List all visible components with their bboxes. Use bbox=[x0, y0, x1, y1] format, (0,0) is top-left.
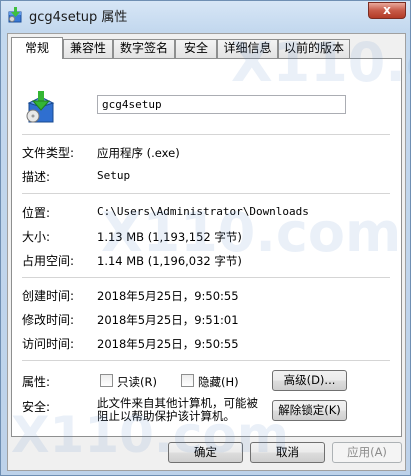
file-name-field[interactable]: gcg4setup bbox=[97, 95, 346, 114]
created-label: 创建时间: bbox=[22, 289, 75, 303]
created-value: 2018年5月25日，9:50:55 bbox=[97, 289, 239, 303]
separator bbox=[22, 360, 390, 361]
dialog-client-area: 常规 兼容性 数字签名 安全 详细信息 以前的版本 gcg4setup 文件类型… bbox=[7, 33, 406, 471]
readonly-checkbox[interactable] bbox=[100, 374, 113, 387]
accessed-value: 2018年5月25日，9:50:55 bbox=[97, 337, 239, 351]
readonly-label[interactable]: 只读(R) bbox=[117, 374, 157, 390]
modified-value: 2018年5月25日，9:51:01 bbox=[97, 313, 239, 327]
close-button[interactable]: x bbox=[368, 2, 406, 19]
tab-digital-signatures[interactable]: 数字签名 bbox=[113, 39, 175, 58]
cancel-button[interactable]: 取消 bbox=[250, 442, 325, 463]
size-label: 大小: bbox=[22, 230, 51, 244]
size-on-disk-label: 占用空间: bbox=[22, 254, 75, 268]
size-on-disk-value: 1.14 MB (1,196,032 字节) bbox=[97, 254, 242, 268]
apply-button[interactable]: 应用(A) bbox=[332, 442, 402, 463]
tab-strip: 常规 兼容性 数字签名 安全 详细信息 以前的版本 bbox=[11, 37, 403, 59]
separator bbox=[22, 134, 390, 135]
modified-label: 修改时间: bbox=[22, 313, 75, 327]
description-label: 描述: bbox=[22, 170, 51, 184]
accessed-label: 访问时间: bbox=[22, 337, 75, 351]
advanced-button[interactable]: 高级(D)... bbox=[272, 370, 347, 391]
setup-box-icon bbox=[8, 7, 22, 23]
tab-compatibility[interactable]: 兼容性 bbox=[63, 39, 113, 58]
file-type-value: 应用程序 (.exe) bbox=[97, 146, 180, 160]
properties-window: gcg4setup 属性 x 常规 兼容性 数字签名 安全 详细信息 以前的版本… bbox=[0, 0, 411, 476]
window-title: gcg4setup 属性 bbox=[29, 10, 128, 25]
unblock-button[interactable]: 解除锁定(K) bbox=[272, 400, 347, 421]
separator bbox=[22, 193, 390, 194]
tab-details[interactable]: 详细信息 bbox=[217, 39, 278, 58]
title-bar[interactable]: gcg4setup 属性 x bbox=[1, 1, 410, 29]
ok-button[interactable]: 确定 bbox=[168, 442, 243, 463]
file-type-label: 文件类型: bbox=[22, 146, 75, 160]
location-label: 位置: bbox=[22, 206, 51, 220]
separator bbox=[22, 277, 390, 278]
tab-general[interactable]: 常规 bbox=[11, 37, 63, 59]
setup-box-icon bbox=[26, 91, 55, 123]
hidden-label[interactable]: 隐藏(H) bbox=[198, 374, 239, 390]
general-tab-panel: gcg4setup 文件类型: 应用程序 (.exe) 描述: Setup 位置… bbox=[11, 58, 402, 437]
size-value: 1.13 MB (1,193,152 字节) bbox=[97, 230, 242, 244]
security-label: 安全: bbox=[22, 400, 51, 414]
security-warning-text: 此文件来自其他计算机，可能被阻止以帮助保护该计算机。 bbox=[97, 396, 258, 423]
attributes-label: 属性: bbox=[22, 375, 51, 389]
tab-security[interactable]: 安全 bbox=[175, 39, 217, 58]
tab-previous-versions[interactable]: 以前的版本 bbox=[278, 39, 350, 58]
hidden-checkbox[interactable] bbox=[181, 374, 194, 387]
description-value: Setup bbox=[97, 169, 131, 182]
location-value: C:\Users\Administrator\Downloads bbox=[97, 205, 309, 218]
